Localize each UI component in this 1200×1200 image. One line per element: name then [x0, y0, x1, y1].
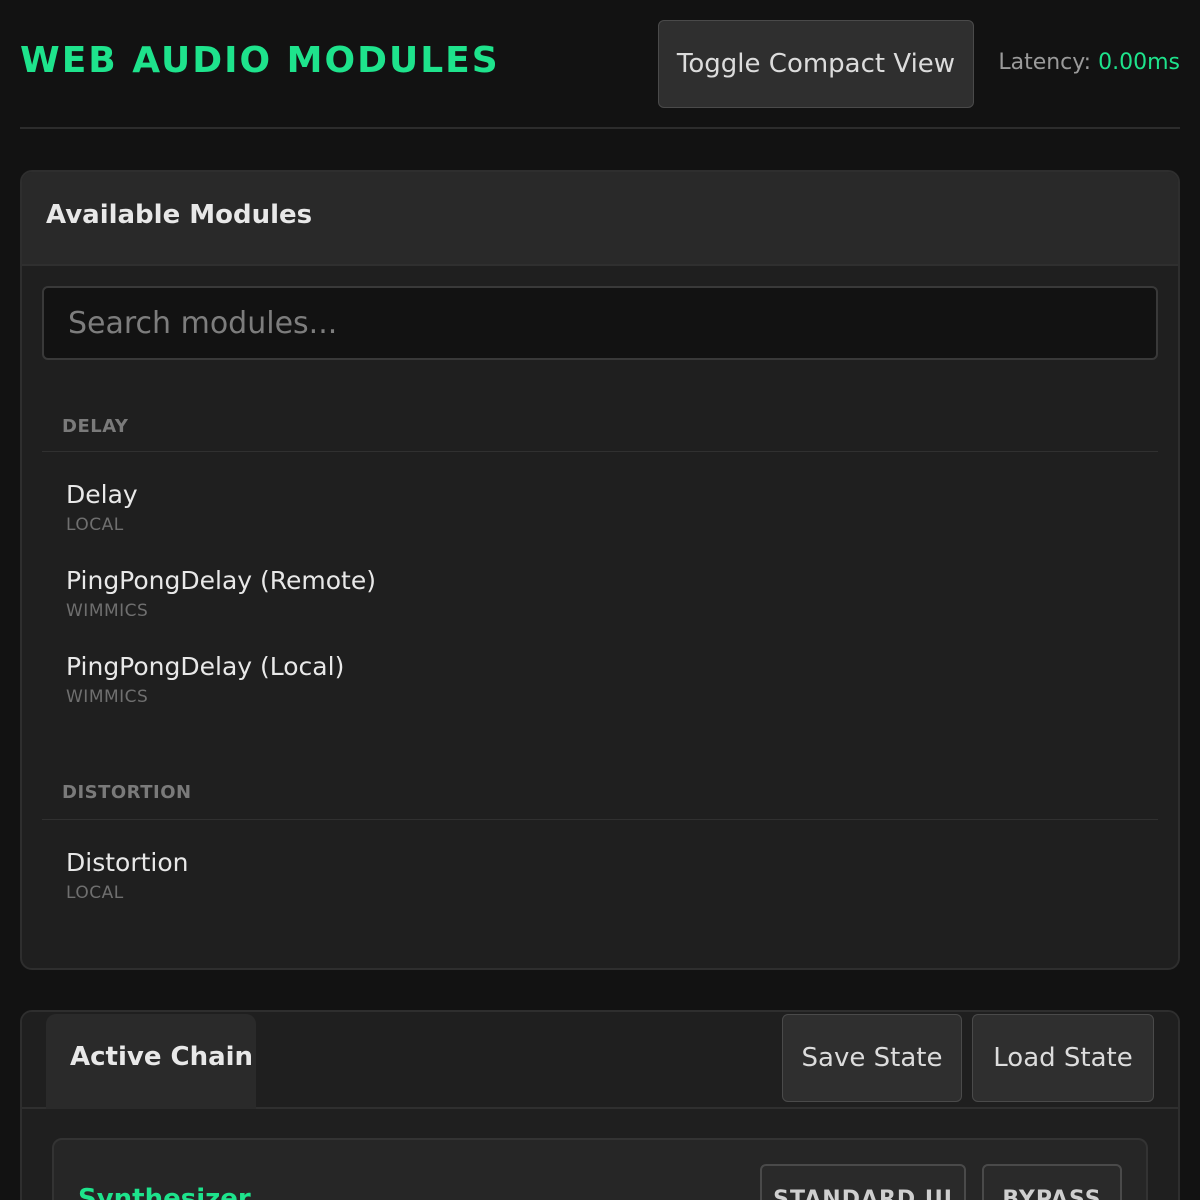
module-item-delay[interactable]: Delay LOCAL [66, 480, 1136, 550]
module-source: WIMMICS [66, 601, 149, 621]
chain-module-name: Synthesizer [78, 1184, 251, 1200]
category-label-delay: DELAY [62, 416, 129, 437]
module-item-pingpongdelay-local[interactable]: PingPongDelay (Local) WIMMICS [66, 652, 1136, 722]
toggle-compact-view-button[interactable]: Toggle Compact View [658, 20, 974, 108]
active-chain-header: Active Chain Save State Load State [22, 1012, 1178, 1109]
latency-readout: Latency: 0.00ms [998, 50, 1180, 75]
chain-module-card: Synthesizer STANDARD UI BYPASS [52, 1138, 1148, 1200]
module-item-pingpongdelay-remote[interactable]: PingPongDelay (Remote) WIMMICS [66, 566, 1136, 636]
app-root: WEB AUDIO MODULES Toggle Compact View La… [0, 0, 1200, 1200]
available-modules-header: Available Modules [22, 172, 1178, 266]
module-name: Delay [66, 480, 138, 509]
standard-ui-button[interactable]: STANDARD UI [760, 1164, 966, 1200]
category-divider [42, 819, 1158, 820]
latency-label: Latency: [998, 50, 1092, 75]
module-source: LOCAL [66, 515, 124, 535]
load-state-button[interactable]: Load State [972, 1014, 1154, 1102]
tab-active-chain[interactable]: Active Chain [46, 1014, 256, 1109]
tab-active-chain-label: Active Chain [70, 1042, 254, 1072]
available-modules-panel: Available Modules DELAY Delay LOCAL Ping… [20, 170, 1180, 970]
module-name: Distortion [66, 848, 189, 877]
available-modules-title: Available Modules [46, 200, 313, 230]
app-header: WEB AUDIO MODULES Toggle Compact View La… [20, 0, 1180, 129]
latency-value: 0.00ms [1098, 50, 1180, 75]
save-state-button[interactable]: Save State [782, 1014, 962, 1102]
module-name: PingPongDelay (Local) [66, 652, 345, 681]
module-source: WIMMICS [66, 687, 149, 707]
search-input[interactable] [42, 286, 1158, 360]
app-title: WEB AUDIO MODULES [20, 40, 500, 81]
bypass-button[interactable]: BYPASS [982, 1164, 1122, 1200]
module-item-distortion[interactable]: Distortion LOCAL [66, 848, 1136, 918]
category-divider [42, 451, 1158, 452]
module-source: LOCAL [66, 883, 124, 903]
active-chain-panel: Active Chain Save State Load State Synth… [20, 1010, 1180, 1200]
module-name: PingPongDelay (Remote) [66, 566, 376, 595]
category-label-distortion: DISTORTION [62, 782, 192, 803]
